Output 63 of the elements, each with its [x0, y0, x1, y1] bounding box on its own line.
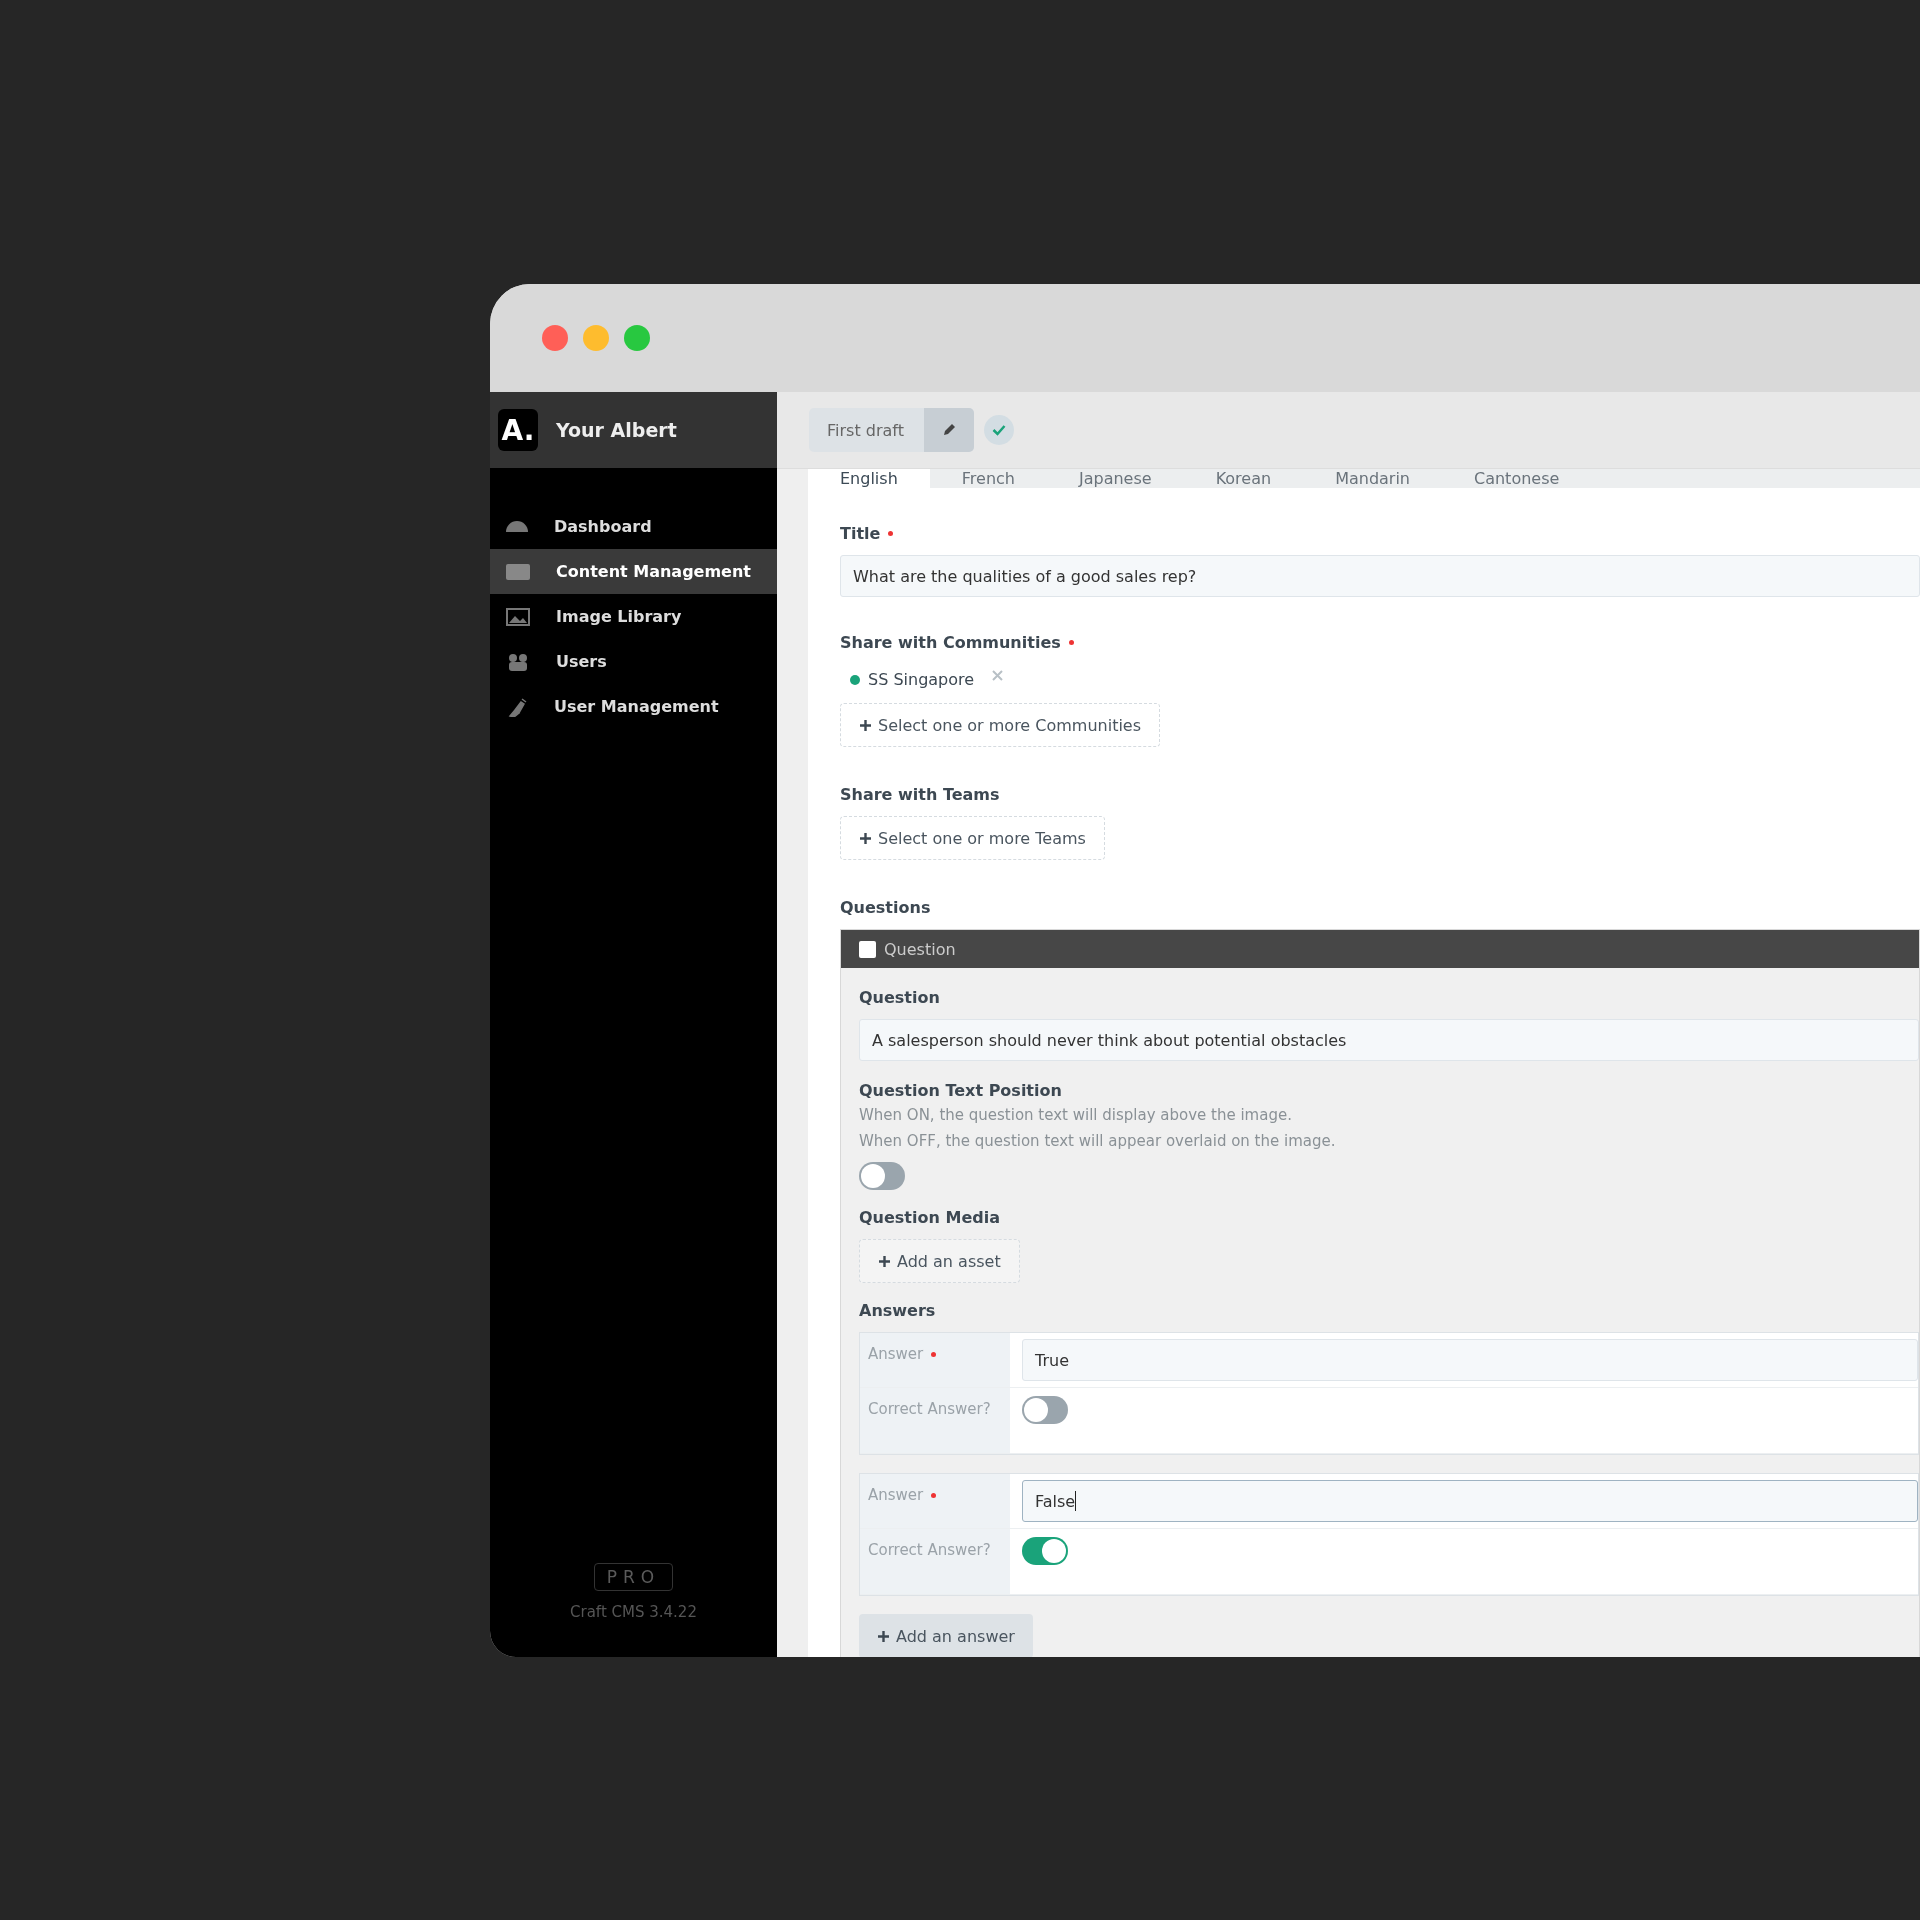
checkbox[interactable]: [859, 940, 876, 958]
nav-label: Image Library: [556, 607, 682, 626]
answer-label: Answer: [868, 1486, 924, 1504]
title-field[interactable]: What are the qualities of a good sales rep?: [840, 555, 1920, 597]
select-communities-button[interactable]: Select one or more Communities: [840, 703, 1161, 747]
plus-icon: [859, 718, 872, 732]
field-label: Question Media: [859, 1208, 1000, 1227]
field-label: Question Text Position: [859, 1081, 1062, 1100]
draft-name: First draft: [826, 419, 905, 442]
close-button[interactable]: [542, 325, 568, 351]
check-icon: [983, 415, 1014, 445]
field-label: Share with Teams: [840, 785, 1000, 804]
toggle-switch[interactable]: [1022, 1396, 1068, 1424]
brand-name: Your Albert: [556, 419, 677, 441]
plus-icon: [859, 831, 872, 845]
help-text: When ON, the question text will display above the image.: [859, 1105, 1293, 1126]
nav-label: Content Management: [556, 562, 751, 581]
nav-item[interactable]: Content Management: [490, 549, 777, 594]
correct-answer-label: Correct Answer?: [868, 1541, 991, 1559]
add-asset-button[interactable]: Add an asset: [859, 1239, 1020, 1283]
card-icon: [506, 562, 530, 581]
question-field[interactable]: A salesperson should never think about potential obstacles: [859, 1019, 1919, 1061]
community-tag: SS Singapore: [868, 670, 975, 689]
field-label: Title: [840, 524, 881, 543]
gauge-icon: [506, 521, 528, 532]
plus-icon: [878, 1254, 891, 1268]
language-tab[interactable]: French: [929, 469, 1047, 488]
field-label: Share with Communities: [840, 633, 1061, 652]
language-tab[interactable]: Cantonese: [1442, 469, 1592, 488]
image-icon: [506, 607, 530, 626]
nav-label: User Management: [554, 697, 719, 716]
nav-item[interactable]: Dashboard: [490, 504, 777, 549]
nav-item[interactable]: User Management: [490, 684, 777, 729]
answer-field[interactable]: False: [1022, 1480, 1918, 1522]
language-tab[interactable]: Mandarin: [1303, 469, 1442, 488]
language-tab[interactable]: English: [808, 469, 930, 488]
correct-answer-label: Correct Answer?: [868, 1400, 991, 1418]
pencil-icon: [941, 423, 956, 437]
edit-button[interactable]: [923, 408, 974, 452]
field-label: Questions: [840, 898, 931, 917]
nav-item[interactable]: Image Library: [490, 594, 777, 639]
language-tab[interactable]: Korean: [1183, 469, 1304, 488]
field-label: Question: [859, 988, 940, 1007]
add-answer-button[interactable]: Add an answer: [859, 1614, 1033, 1657]
nav-label: Dashboard: [554, 517, 652, 536]
answer-field[interactable]: True: [1022, 1339, 1918, 1381]
logo: A.: [498, 409, 538, 451]
maximize-button[interactable]: [624, 325, 650, 351]
edition-badge: PRO: [593, 1563, 674, 1591]
help-text: When OFF, the question text will appear overlaid on the image.: [859, 1131, 1337, 1152]
users-icon: [506, 652, 530, 671]
language-tab[interactable]: Japanese: [1046, 469, 1184, 488]
select-teams-button[interactable]: Select one or more Teams: [840, 816, 1105, 860]
answer-label: Answer: [868, 1345, 924, 1363]
field-label: Answers: [859, 1301, 936, 1320]
nav-label: Users: [556, 652, 607, 671]
toggle-switch[interactable]: [1022, 1537, 1068, 1565]
remove-icon[interactable]: [992, 670, 1004, 681]
block-title: Question: [884, 939, 956, 959]
version-text: Craft CMS 3.4.22: [570, 1603, 697, 1621]
nav-item[interactable]: Users: [490, 639, 777, 684]
plus-icon: [877, 1629, 890, 1643]
toggle-switch[interactable]: [859, 1162, 905, 1190]
